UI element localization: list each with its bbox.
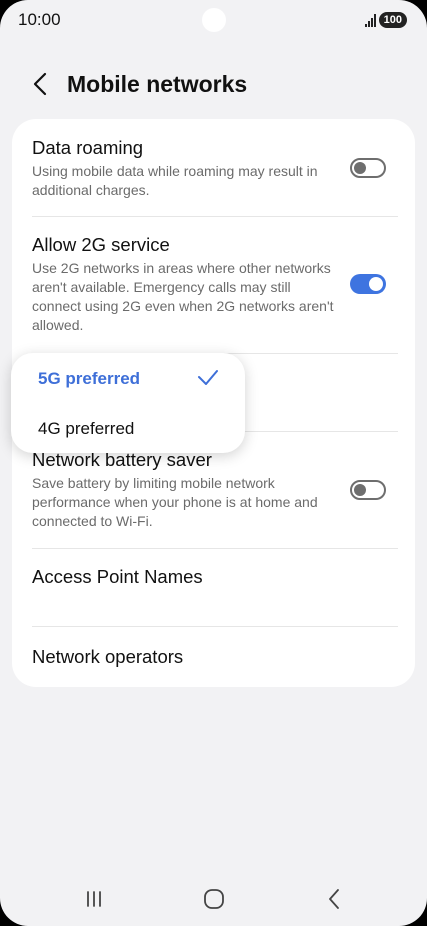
data-roaming-toggle[interactable]	[350, 158, 386, 178]
recents-icon	[87, 891, 101, 907]
setting-description: Save battery by limiting mobile network …	[32, 475, 318, 529]
back-button[interactable]	[24, 68, 56, 100]
nav-back-button[interactable]	[314, 884, 354, 914]
option-label: 4G preferred	[38, 419, 135, 438]
setting-access-point-names[interactable]: Access Point Names	[32, 565, 398, 625]
setting-description: Using mobile data while roaming may resu…	[32, 163, 318, 198]
recents-button[interactable]	[74, 884, 114, 914]
back-icon	[329, 889, 339, 909]
setting-title: Data roaming	[32, 137, 144, 158]
system-nav-bar	[0, 870, 427, 926]
toggle-knob	[354, 484, 366, 496]
setting-title: Network operators	[32, 646, 184, 667]
page-title: Mobile networks	[67, 71, 248, 97]
chevron-left-icon	[33, 72, 47, 96]
phone-screen: 10:00 100 Mobile networks Data roaming U…	[0, 0, 427, 926]
status-bar: 10:00 100	[0, 0, 427, 40]
setting-allow-2g[interactable]: Allow 2G service Use 2G networks in area…	[32, 233, 398, 335]
setting-data-roaming[interactable]: Data roaming Using mobile data while roa…	[32, 136, 398, 200]
app-header: Mobile networks	[0, 60, 427, 110]
divider	[32, 626, 398, 627]
network-battery-saver-toggle[interactable]	[350, 480, 386, 500]
option-5g-preferred[interactable]: 5G preferred	[11, 355, 245, 401]
signal-icon	[364, 13, 376, 27]
divider	[32, 216, 398, 217]
network-mode-dropdown: 5G preferred 4G preferred	[11, 353, 245, 453]
home-icon	[204, 889, 224, 909]
setting-title: Allow 2G service	[32, 234, 170, 255]
setting-network-operators[interactable]: Network operators	[32, 645, 398, 681]
check-icon	[198, 370, 218, 385]
option-label: 5G preferred	[38, 369, 141, 388]
divider	[32, 548, 398, 549]
option-4g-preferred[interactable]: 4G preferred	[11, 405, 245, 451]
setting-title: Access Point Names	[32, 566, 203, 587]
battery-icon: 100	[378, 12, 407, 28]
toggle-knob	[369, 277, 383, 291]
setting-network-battery-saver[interactable]: Network battery saver Save battery by li…	[32, 448, 398, 531]
allow-2g-toggle[interactable]	[350, 274, 386, 294]
home-button[interactable]	[194, 884, 234, 914]
setting-description: Use 2G networks in areas where other net…	[32, 260, 334, 333]
status-time: 10:00	[18, 10, 61, 29]
front-camera	[202, 8, 226, 32]
toggle-knob	[354, 162, 366, 174]
status-icons: 100	[364, 12, 407, 28]
